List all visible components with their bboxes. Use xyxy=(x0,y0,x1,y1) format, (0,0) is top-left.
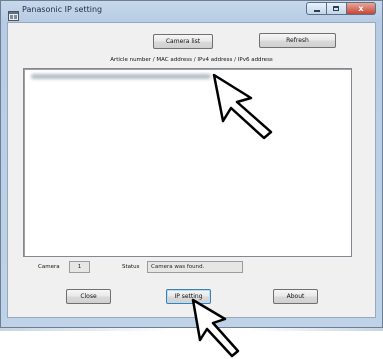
caption-buttons: x xyxy=(306,2,376,15)
camera-list-button[interactable]: Camera list xyxy=(153,34,213,49)
screenshot: Panasonic IP setting x Camera list Refre… xyxy=(0,0,383,359)
device-list-item[interactable] xyxy=(31,74,211,79)
status-field: Camera was found. xyxy=(147,261,243,273)
window-title: Panasonic IP setting xyxy=(22,5,103,14)
camera-label: Camera xyxy=(38,264,60,270)
status-label: Status xyxy=(122,264,140,270)
camera-count-field: 1 xyxy=(69,261,90,273)
close-icon: x xyxy=(358,4,364,13)
maximize-button[interactable] xyxy=(326,2,346,15)
close-window-button[interactable]: x xyxy=(346,2,376,15)
device-list[interactable] xyxy=(23,68,352,257)
minimize-button[interactable] xyxy=(306,2,326,15)
app-window-icon xyxy=(8,6,19,21)
about-button[interactable]: About xyxy=(273,289,318,304)
ip-setting-window: Panasonic IP setting x Camera list Refre… xyxy=(0,0,383,328)
title-bar[interactable]: Panasonic IP setting x xyxy=(1,1,382,21)
close-button[interactable]: Close xyxy=(66,289,111,304)
device-list-header: Article number / MAC address / IPv4 addr… xyxy=(110,57,273,63)
minimize-icon xyxy=(314,10,320,12)
maximize-icon xyxy=(333,6,339,11)
refresh-button[interactable]: Refresh xyxy=(259,33,336,48)
dialog-client-area: Camera list Refresh Article number / MAC… xyxy=(7,22,376,318)
arrow-cursor-icon xyxy=(190,297,242,359)
arrow-cursor-icon xyxy=(211,72,276,140)
